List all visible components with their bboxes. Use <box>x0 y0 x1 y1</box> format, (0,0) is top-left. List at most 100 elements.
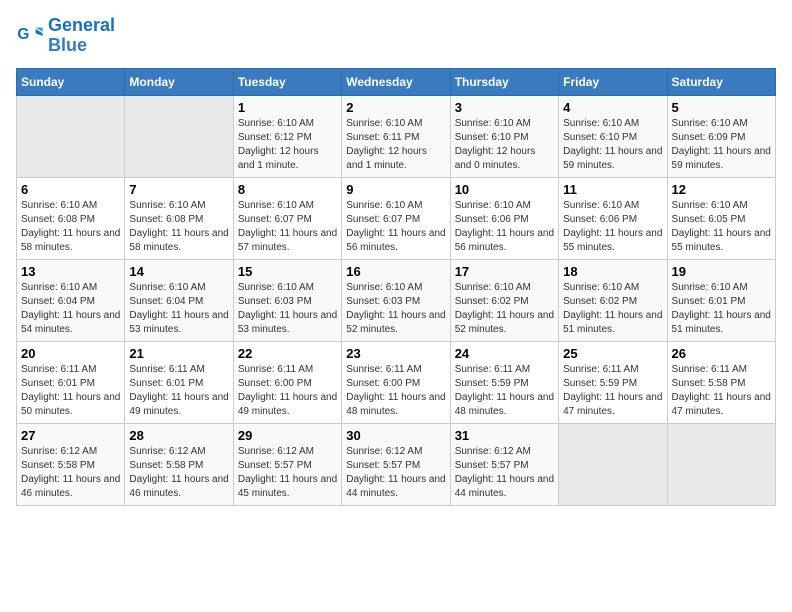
calendar-cell: 30 Sunrise: 6:12 AM Sunset: 5:57 PM Dayli… <box>342 423 450 505</box>
day-number: 31 <box>455 428 554 443</box>
day-info: Sunrise: 6:11 AM Sunset: 6:01 PM Dayligh… <box>129 363 228 419</box>
day-info: Sunrise: 6:10 AM Sunset: 6:02 PM Dayligh… <box>455 281 554 337</box>
day-info: Sunrise: 6:11 AM Sunset: 5:59 PM Dayligh… <box>563 363 662 419</box>
day-number: 9 <box>346 182 445 197</box>
day-number: 12 <box>672 182 771 197</box>
calendar-cell: 20 Sunrise: 6:11 AM Sunset: 6:01 PM Dayli… <box>17 341 125 423</box>
calendar-week-5: 27 Sunrise: 6:12 AM Sunset: 5:58 PM Dayli… <box>17 423 776 505</box>
day-number: 5 <box>672 100 771 115</box>
day-number: 27 <box>21 428 120 443</box>
day-info: Sunrise: 6:10 AM Sunset: 6:07 PM Dayligh… <box>346 199 445 255</box>
day-number: 19 <box>672 264 771 279</box>
day-info: Sunrise: 6:11 AM Sunset: 5:58 PM Dayligh… <box>672 363 771 419</box>
day-info: Sunrise: 6:10 AM Sunset: 6:09 PM Dayligh… <box>672 117 771 173</box>
day-info: Sunrise: 6:12 AM Sunset: 5:58 PM Dayligh… <box>129 445 228 501</box>
calendar-cell: 1 Sunrise: 6:10 AM Sunset: 6:12 PM Daylig… <box>233 95 341 177</box>
day-info: Sunrise: 6:10 AM Sunset: 6:08 PM Dayligh… <box>21 199 120 255</box>
day-number: 7 <box>129 182 228 197</box>
weekday-header-tuesday: Tuesday <box>233 68 341 95</box>
calendar-cell: 22 Sunrise: 6:11 AM Sunset: 6:00 PM Dayli… <box>233 341 341 423</box>
calendar-cell: 16 Sunrise: 6:10 AM Sunset: 6:03 PM Dayli… <box>342 259 450 341</box>
day-info: Sunrise: 6:10 AM Sunset: 6:03 PM Dayligh… <box>346 281 445 337</box>
day-info: Sunrise: 6:10 AM Sunset: 6:08 PM Dayligh… <box>129 199 228 255</box>
calendar-cell <box>125 95 233 177</box>
day-info: Sunrise: 6:11 AM Sunset: 6:00 PM Dayligh… <box>238 363 337 419</box>
calendar-cell: 13 Sunrise: 6:10 AM Sunset: 6:04 PM Dayli… <box>17 259 125 341</box>
calendar-week-4: 20 Sunrise: 6:11 AM Sunset: 6:01 PM Dayli… <box>17 341 776 423</box>
day-number: 20 <box>21 346 120 361</box>
day-number: 4 <box>563 100 662 115</box>
day-info: Sunrise: 6:10 AM Sunset: 6:05 PM Dayligh… <box>672 199 771 255</box>
day-number: 10 <box>455 182 554 197</box>
weekday-header-sunday: Sunday <box>17 68 125 95</box>
day-info: Sunrise: 6:11 AM Sunset: 6:00 PM Dayligh… <box>346 363 445 419</box>
day-info: Sunrise: 6:10 AM Sunset: 6:06 PM Dayligh… <box>563 199 662 255</box>
calendar-cell: 28 Sunrise: 6:12 AM Sunset: 5:58 PM Dayli… <box>125 423 233 505</box>
weekday-header-wednesday: Wednesday <box>342 68 450 95</box>
weekday-header-friday: Friday <box>559 68 667 95</box>
day-number: 26 <box>672 346 771 361</box>
calendar-cell <box>559 423 667 505</box>
calendar-week-1: 1 Sunrise: 6:10 AM Sunset: 6:12 PM Daylig… <box>17 95 776 177</box>
day-number: 3 <box>455 100 554 115</box>
day-info: Sunrise: 6:10 AM Sunset: 6:07 PM Dayligh… <box>238 199 337 255</box>
day-number: 15 <box>238 264 337 279</box>
day-number: 22 <box>238 346 337 361</box>
calendar-cell: 29 Sunrise: 6:12 AM Sunset: 5:57 PM Dayli… <box>233 423 341 505</box>
calendar-cell: 12 Sunrise: 6:10 AM Sunset: 6:05 PM Dayli… <box>667 177 775 259</box>
calendar-cell: 7 Sunrise: 6:10 AM Sunset: 6:08 PM Daylig… <box>125 177 233 259</box>
day-info: Sunrise: 6:10 AM Sunset: 6:12 PM Dayligh… <box>238 117 337 173</box>
calendar-cell: 26 Sunrise: 6:11 AM Sunset: 5:58 PM Dayli… <box>667 341 775 423</box>
day-number: 16 <box>346 264 445 279</box>
day-number: 2 <box>346 100 445 115</box>
day-info: Sunrise: 6:12 AM Sunset: 5:57 PM Dayligh… <box>346 445 445 501</box>
day-number: 13 <box>21 264 120 279</box>
day-info: Sunrise: 6:11 AM Sunset: 6:01 PM Dayligh… <box>21 363 120 419</box>
day-info: Sunrise: 6:10 AM Sunset: 6:03 PM Dayligh… <box>238 281 337 337</box>
day-number: 25 <box>563 346 662 361</box>
day-number: 24 <box>455 346 554 361</box>
calendar-cell: 21 Sunrise: 6:11 AM Sunset: 6:01 PM Dayli… <box>125 341 233 423</box>
calendar-cell: 4Sunrise: 6:10 AM Sunset: 6:10 PM Daylig… <box>559 95 667 177</box>
weekday-header-row: SundayMondayTuesdayWednesdayThursdayFrid… <box>17 68 776 95</box>
day-number: 8 <box>238 182 337 197</box>
calendar-cell: 9 Sunrise: 6:10 AM Sunset: 6:07 PM Daylig… <box>342 177 450 259</box>
calendar-week-2: 6 Sunrise: 6:10 AM Sunset: 6:08 PM Daylig… <box>17 177 776 259</box>
logo-icon: G <box>16 22 44 50</box>
day-number: 18 <box>563 264 662 279</box>
day-number: 28 <box>129 428 228 443</box>
page-header: G General Blue <box>16 16 776 56</box>
day-info: Sunrise: 6:12 AM Sunset: 5:58 PM Dayligh… <box>21 445 120 501</box>
day-number: 1 <box>238 100 337 115</box>
day-number: 30 <box>346 428 445 443</box>
calendar-cell: 27 Sunrise: 6:12 AM Sunset: 5:58 PM Dayli… <box>17 423 125 505</box>
logo: G General Blue <box>16 16 115 56</box>
day-info: Sunrise: 6:10 AM Sunset: 6:11 PM Dayligh… <box>346 117 445 173</box>
day-number: 29 <box>238 428 337 443</box>
day-number: 23 <box>346 346 445 361</box>
day-number: 6 <box>21 182 120 197</box>
day-info: Sunrise: 6:10 AM Sunset: 6:06 PM Dayligh… <box>455 199 554 255</box>
calendar-cell: 11Sunrise: 6:10 AM Sunset: 6:06 PM Dayli… <box>559 177 667 259</box>
weekday-header-monday: Monday <box>125 68 233 95</box>
day-info: Sunrise: 6:10 AM Sunset: 6:01 PM Dayligh… <box>672 281 771 337</box>
day-info: Sunrise: 6:10 AM Sunset: 6:04 PM Dayligh… <box>21 281 120 337</box>
calendar-cell: 6 Sunrise: 6:10 AM Sunset: 6:08 PM Daylig… <box>17 177 125 259</box>
calendar-cell: 19 Sunrise: 6:10 AM Sunset: 6:01 PM Dayli… <box>667 259 775 341</box>
calendar-cell: 31 Sunrise: 6:12 AM Sunset: 5:57 PM Dayli… <box>450 423 558 505</box>
calendar-cell: 24 Sunrise: 6:11 AM Sunset: 5:59 PM Dayli… <box>450 341 558 423</box>
day-info: Sunrise: 6:10 AM Sunset: 6:02 PM Dayligh… <box>563 281 662 337</box>
calendar-cell: 5 Sunrise: 6:10 AM Sunset: 6:09 PM Daylig… <box>667 95 775 177</box>
day-info: Sunrise: 6:12 AM Sunset: 5:57 PM Dayligh… <box>238 445 337 501</box>
calendar-cell <box>17 95 125 177</box>
calendar-cell: 14Sunrise: 6:10 AM Sunset: 6:04 PM Dayli… <box>125 259 233 341</box>
calendar-cell: 2 Sunrise: 6:10 AM Sunset: 6:11 PM Daylig… <box>342 95 450 177</box>
calendar-cell: 10 Sunrise: 6:10 AM Sunset: 6:06 PM Dayli… <box>450 177 558 259</box>
day-info: Sunrise: 6:12 AM Sunset: 5:57 PM Dayligh… <box>455 445 554 501</box>
svg-text:G: G <box>17 26 29 43</box>
day-info: Sunrise: 6:11 AM Sunset: 5:59 PM Dayligh… <box>455 363 554 419</box>
calendar-cell: 25 Sunrise: 6:11 AM Sunset: 5:59 PM Dayli… <box>559 341 667 423</box>
weekday-header-saturday: Saturday <box>667 68 775 95</box>
day-number: 21 <box>129 346 228 361</box>
calendar-cell: 17Sunrise: 6:10 AM Sunset: 6:02 PM Dayli… <box>450 259 558 341</box>
